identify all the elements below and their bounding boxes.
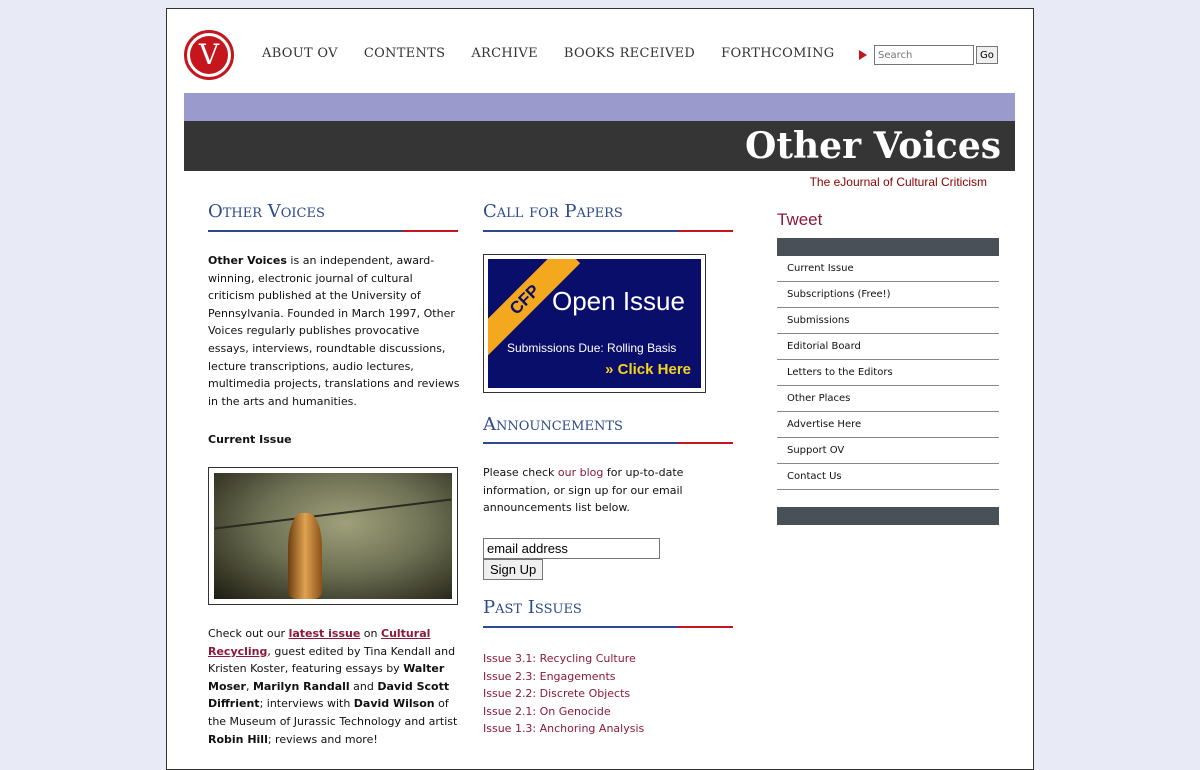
heading-call-for-papers: Call for Papers [483,201,623,222]
page-container: V ABOUT OV CONTENTS ARCHIVE BOOKS RECEIV… [166,8,1034,770]
latest-issue-link[interactable]: latest issue [289,627,361,640]
promo-text: on [360,627,381,640]
cover-image[interactable] [214,473,452,599]
promo-text: , [245,679,253,693]
sidebar-footer-bar [777,507,999,525]
site-title: Other Voices [745,125,1001,167]
header-band-dark: Other Voices [184,121,1015,171]
promo-name: Robin Hill [208,732,268,746]
promo-paragraph: Check out our latest issue on Cultural R… [208,625,460,748]
nav-archive[interactable]: ARCHIVE [471,46,538,61]
current-issue-label: Current Issue [208,433,292,446]
tweet-link[interactable]: Tweet [777,210,822,230]
promo-text: ; interviews with [259,697,354,711]
heading-rule [483,626,733,628]
sidebar-item-submissions[interactable]: Submissions [777,308,999,334]
nav-books-received[interactable]: BOOKS RECEIVED [564,46,695,61]
past-issue-link[interactable]: Issue 2.1: On Genocide [483,705,611,718]
arrow-right-icon [859,50,867,60]
site-tagline: The eJournal of Cultural Criticism [809,175,987,189]
cfp-title: Open Issue [552,286,685,316]
cfp-subtitle: Submissions Due: Rolling Basis [507,341,677,355]
email-field[interactable] [483,538,660,559]
cfp-banner-frame[interactable]: CFP Open Issue Submissions Due: Rolling … [483,254,706,393]
intro-paragraph: Other Voices is an independent, award-wi… [208,252,460,410]
logo-letter: V [190,36,228,74]
heading-past-issues: Past Issues [483,597,582,618]
cover-wire [214,498,452,530]
promo-text: and [349,679,378,693]
sidebar-item-current-issue[interactable]: Current Issue [777,256,999,282]
header-band-purple [184,93,1015,121]
ann-text: Please check [483,466,558,479]
current-issue-cover[interactable] [208,467,458,605]
cover-gold-object [288,513,322,599]
sidebar-menu: Current Issue Subscriptions (Free!) Subm… [777,256,999,490]
past-issue-link[interactable]: Issue 1.3: Anchoring Analysis [483,722,644,735]
sign-up-button[interactable]: Sign Up [483,559,544,580]
search-area: Go [859,45,998,65]
sidebar-item-subscriptions[interactable]: Subscriptions (Free!) [777,282,999,308]
search-input[interactable] [874,45,974,65]
promo-name: David Wilson [353,697,435,711]
sidebar-item-contact[interactable]: Contact Us [777,464,999,490]
main-nav: ABOUT OV CONTENTS ARCHIVE BOOKS RECEIVED… [262,46,860,61]
cfp-click-here[interactable]: » Click Here [605,361,691,378]
past-issue-link[interactable]: Issue 3.1: Recycling Culture [483,652,636,665]
heading-rule [208,230,458,232]
past-issues-list: Issue 3.1: Recycling Culture Issue 2.3: … [483,650,644,738]
intro-text: is an independent, award-winning, electr… [208,254,460,408]
promo-text: ; reviews and more! [267,732,378,746]
sidebar-header-bar [777,238,999,256]
search-go-button[interactable]: Go [976,46,998,64]
sidebar-item-letters[interactable]: Letters to the Editors [777,360,999,386]
our-blog-link[interactable]: our blog [558,466,603,479]
promo-text: Check out our [208,627,289,640]
heading-rule [483,230,733,232]
past-issue-link[interactable]: Issue 2.2: Discrete Objects [483,687,630,700]
announcements-text: Please check our blog for up-to-date inf… [483,464,733,517]
promo-name: Marilyn Randall [252,679,350,693]
heading-rule [483,442,733,444]
sidebar-item-support[interactable]: Support OV [777,438,999,464]
nav-forthcoming[interactable]: FORTHCOMING [721,46,834,61]
nav-about[interactable]: ABOUT OV [262,46,338,61]
past-issue-link[interactable]: Issue 2.3: Engagements [483,670,616,683]
cfp-banner[interactable]: CFP Open Issue Submissions Due: Rolling … [488,259,701,388]
heading-other-voices: Other Voices [208,201,325,222]
ov-logo[interactable]: V [184,30,234,80]
nav-contents[interactable]: CONTENTS [364,46,446,61]
sidebar-item-editorial-board[interactable]: Editorial Board [777,334,999,360]
heading-announcements: Announcements [483,414,623,435]
sidebar-item-advertise[interactable]: Advertise Here [777,412,999,438]
sidebar-item-other-places[interactable]: Other Places [777,386,999,412]
intro-bold: Other Voices [208,254,287,267]
